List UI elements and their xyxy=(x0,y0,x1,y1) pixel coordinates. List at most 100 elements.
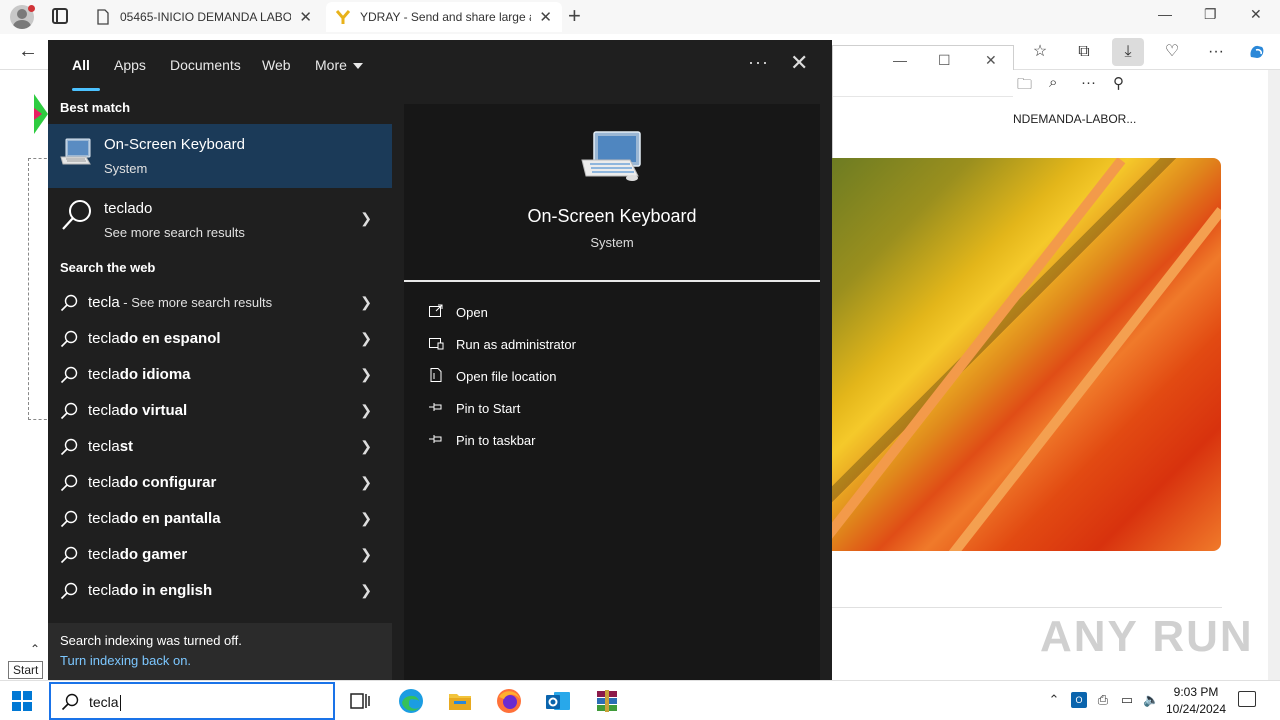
outlook-tray-icon[interactable]: O xyxy=(1071,692,1087,708)
notification-center-icon[interactable] xyxy=(1238,691,1256,707)
tab-documents[interactable]: Documents xyxy=(170,57,241,73)
more-options-icon[interactable]: ··· xyxy=(748,52,769,73)
suggestion-rest: do configurar xyxy=(119,474,217,491)
firefox-icon[interactable] xyxy=(495,687,523,715)
restore-icon[interactable]: ❐ xyxy=(1204,6,1217,23)
back-arrow-icon[interactable]: ← xyxy=(18,40,38,63)
tab-more[interactable]: More xyxy=(315,57,363,73)
system-clock[interactable]: 9:03 PM 10/24/2024 xyxy=(1158,684,1234,718)
turn-indexing-on-link[interactable]: Turn indexing back on. xyxy=(60,653,191,668)
favorites-icon[interactable]: ☆ xyxy=(1030,42,1050,62)
tab-all[interactable]: All xyxy=(72,57,90,73)
web-suggestion-row[interactable]: teclado in english ❯ xyxy=(48,572,392,608)
search-result-teclado[interactable]: teclado See more search results ❯ xyxy=(48,188,392,252)
tab-apps[interactable]: Apps xyxy=(114,57,146,73)
search-web-heading: Search the web xyxy=(60,260,156,275)
outlook-icon[interactable] xyxy=(544,687,572,715)
web-result-row[interactable]: tecla - See more search results ❯ xyxy=(48,284,392,320)
web-suggestion-row[interactable]: teclado idioma ❯ xyxy=(48,356,392,392)
query-suffix: - See more search results xyxy=(119,295,273,310)
search-icon xyxy=(60,510,78,528)
minimize-icon[interactable]: — xyxy=(893,52,907,68)
file-toolbar: 🗀 ⌕ ··· ⚲ NDEMANDA-LABOR... xyxy=(1013,70,1147,158)
maximize-icon[interactable]: ☐ xyxy=(938,52,951,69)
search-icon[interactable]: ⌕ xyxy=(1049,74,1057,91)
pin-icon xyxy=(429,403,442,411)
network-icon[interactable]: ▭ xyxy=(1119,692,1135,708)
file-explorer-icon[interactable] xyxy=(446,687,474,715)
task-view-icon[interactable] xyxy=(346,687,374,715)
web-suggestion-row[interactable]: teclado configurar ❯ xyxy=(48,464,392,500)
suggestion-text: teclado en espanol xyxy=(88,330,221,347)
suggestion-prefix: tecla xyxy=(88,582,120,599)
dialog-titlebar: — ☐ ✕ xyxy=(833,46,1013,76)
pin-icon[interactable]: ⚲ xyxy=(1113,74,1124,92)
taskbar-search-box[interactable]: tecla xyxy=(49,682,335,720)
collections-icon[interactable]: ⧉ xyxy=(1074,42,1094,62)
web-suggestion-row[interactable]: teclado virtual ❯ xyxy=(48,392,392,428)
tab-web[interactable]: Web xyxy=(262,57,291,73)
more-icon[interactable]: ··· xyxy=(1081,74,1096,91)
copilot-icon[interactable] xyxy=(1247,42,1267,62)
windows-start-icon[interactable] xyxy=(12,691,32,711)
suggestion-prefix: tecla xyxy=(88,330,120,347)
file-location-icon xyxy=(430,368,442,382)
close-window-icon[interactable]: ✕ xyxy=(1250,6,1262,23)
chevron-right-icon: ❯ xyxy=(360,510,372,526)
detail-app-name: On-Screen Keyboard xyxy=(527,206,697,226)
browser-tab-ydray[interactable]: YDRAY - Send and share large and ✕ xyxy=(326,2,562,32)
suggestion-rest: do en espanol xyxy=(119,330,221,347)
close-tab-icon[interactable]: ✕ xyxy=(539,8,552,26)
shield-admin-icon xyxy=(429,338,444,350)
meet-now-icon[interactable]: ⎙ xyxy=(1095,692,1111,708)
divider xyxy=(833,96,1013,97)
close-icon[interactable]: ✕ xyxy=(985,52,997,69)
result-sub: See more search results xyxy=(104,225,245,240)
winrar-icon[interactable] xyxy=(593,687,621,715)
page-scrollbar[interactable] xyxy=(1268,70,1280,680)
chevron-right-icon: ❯ xyxy=(360,402,372,418)
browser-tab-demanda[interactable]: 05465-INICIO DEMANDA LABORAL ✕ xyxy=(86,2,322,32)
best-match-result[interactable]: On-Screen Keyboard System xyxy=(48,124,392,188)
action-open-file-location[interactable]: Open file location xyxy=(426,366,806,394)
search-icon xyxy=(60,294,78,312)
web-suggestion-row[interactable]: teclado en pantalla ❯ xyxy=(48,500,392,536)
caret-down-icon xyxy=(352,63,363,70)
result-name: On-Screen Keyboard xyxy=(104,136,245,153)
suggestion-rest: do en pantalla xyxy=(119,510,221,527)
suggestion-text: teclado configurar xyxy=(88,474,216,491)
action-label: Open xyxy=(456,305,488,320)
web-suggestion-row[interactable]: teclado gamer ❯ xyxy=(48,536,392,572)
query-text: tecla xyxy=(88,294,120,311)
web-suggestion-row[interactable]: teclado en espanol ❯ xyxy=(48,320,392,356)
tab-actions-icon[interactable] xyxy=(52,8,68,24)
search-input[interactable]: tecla xyxy=(89,694,121,712)
close-icon[interactable]: ✕ xyxy=(790,50,808,76)
settings-more-icon[interactable]: ··· xyxy=(1206,42,1226,62)
action-pin-to-taskbar[interactable]: Pin to taskbar xyxy=(426,430,806,458)
ydray-logo-icon xyxy=(336,10,350,24)
new-tab-button[interactable]: + xyxy=(568,5,581,27)
downloads-icon[interactable]: ⤓ xyxy=(1112,38,1144,66)
suggestion-prefix: tecla xyxy=(88,510,120,527)
clock-time: 9:03 PM xyxy=(1173,685,1219,699)
minimize-icon[interactable]: — xyxy=(1158,6,1172,22)
edge-browser-icon[interactable] xyxy=(397,687,425,715)
volume-icon[interactable]: 🔈 xyxy=(1143,692,1159,708)
document-icon xyxy=(97,9,109,25)
folder-icon[interactable]: 🗀 xyxy=(1017,74,1032,99)
anyrun-watermark: ANY RUN xyxy=(1040,612,1254,661)
indexing-notice: Search indexing was turned off. Turn ind… xyxy=(48,623,392,680)
chevron-right-icon: ❯ xyxy=(360,582,372,598)
action-open[interactable]: Open xyxy=(426,302,806,330)
tab-more-label: More xyxy=(315,57,347,73)
chevron-up-icon[interactable]: ⌃ xyxy=(1046,692,1062,708)
close-tab-icon[interactable]: ✕ xyxy=(299,8,312,26)
suggestion-prefix: tecla xyxy=(88,474,120,491)
action-pin-to-start[interactable]: Pin to Start xyxy=(426,398,806,426)
chevron-up-icon[interactable]: ⌃ xyxy=(30,642,40,656)
web-suggestion-row[interactable]: teclast ❯ xyxy=(48,428,392,464)
browser-essentials-icon[interactable]: ♡ xyxy=(1162,42,1182,62)
search-icon xyxy=(61,693,79,711)
action-run-as-admin[interactable]: Run as administrator xyxy=(426,334,806,362)
